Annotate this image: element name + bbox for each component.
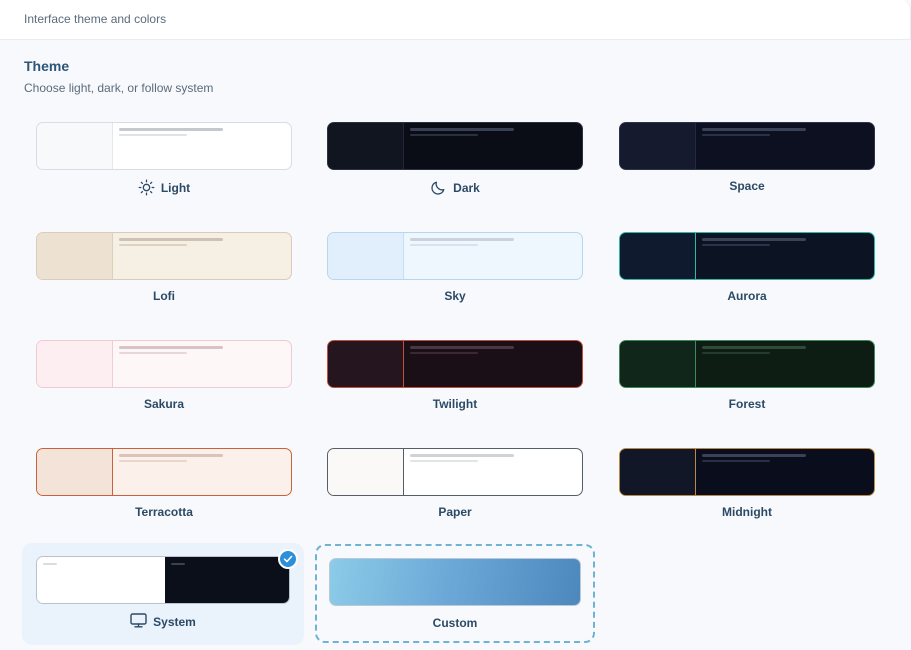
theme-preview-system [36,556,290,604]
preview-sidebar [37,123,113,169]
theme-option-midnight[interactable]: Midnight [619,448,875,536]
preview-line [119,238,223,241]
preview-line [119,128,223,131]
header-title: Interface theme and colors [24,12,167,26]
preview-line [702,244,770,246]
theme-preview-twilight [327,340,583,388]
preview-line [702,134,770,136]
theme-label-twilight: Twilight [432,397,478,411]
monitor-icon [130,613,147,631]
theme-preview-aurora [619,232,875,280]
theme-label-light: Light [160,180,191,195]
theme-preview-space [619,122,875,170]
theme-option-aurora[interactable]: Aurora [619,232,875,320]
theme-option-paper[interactable]: Paper [327,448,583,536]
theme-option-sakura[interactable]: Sakura [36,340,292,428]
moon-icon [430,179,447,196]
preview-content [404,449,582,495]
preview-line [702,128,806,131]
theme-preview-sakura [36,340,292,388]
preview-content [404,341,582,387]
theme-option-custom[interactable]: Custom [315,544,595,643]
preview-content [113,123,291,169]
section-title: Theme [24,58,70,74]
preview-line [702,346,806,349]
preview-line [119,134,187,136]
theme-preview-forest [619,340,875,388]
preview-line [410,346,514,349]
preview-line [410,134,478,136]
preview-sidebar [328,449,404,495]
preview-content [404,233,582,279]
theme-label-system: System [153,615,196,629]
theme-label-sky: Sky [444,289,466,303]
preview-sidebar [37,341,113,387]
preview-sidebar [328,341,404,387]
preview-content [113,449,291,495]
preview-line [119,346,223,349]
theme-option-space[interactable]: Space [619,122,875,210]
theme-label-lofi: Lofi [153,289,175,303]
preview-sidebar [620,233,696,279]
preview-content [696,233,874,279]
theme-label-space: Space [729,179,765,193]
preview-sidebar [328,123,404,169]
preview-line [702,238,806,241]
theme-option-system[interactable]: System [22,543,304,645]
theme-option-terracotta[interactable]: Terracotta [36,448,292,536]
theme-option-twilight[interactable]: Twilight [327,340,583,428]
section-subtitle: Choose light, dark, or follow system [24,81,214,95]
preview-sidebar [620,341,696,387]
selected-check-icon [278,549,298,569]
theme-option-sky[interactable]: Sky [327,232,583,320]
theme-option-lofi[interactable]: Lofi [36,232,292,320]
preview-line [410,352,478,354]
preview-content [113,233,291,279]
preview-content [696,341,874,387]
theme-option-light[interactable]: Light [36,122,292,210]
theme-option-dark[interactable]: Dark [327,122,583,210]
theme-option-forest[interactable]: Forest [619,340,875,428]
preview-sidebar [328,233,404,279]
theme-preview-sky [327,232,583,280]
theme-label-midnight: Midnight [722,505,772,519]
theme-preview-dark [327,122,583,170]
theme-preview-custom [329,558,581,606]
settings-header: Interface theme and colors [0,0,911,40]
preview-content [696,123,874,169]
preview-line [410,454,514,457]
sun-icon [138,179,155,196]
preview-line [702,352,770,354]
preview-line [702,460,770,462]
preview-line [119,460,187,462]
theme-label-paper: Paper [438,505,472,519]
preview-sidebar [620,449,696,495]
preview-line [410,244,478,246]
theme-preview-light [36,122,292,170]
theme-label-dark: Dark [453,180,480,195]
theme-preview-midnight [619,448,875,496]
preview-line [410,128,514,131]
preview-line [119,244,187,246]
theme-label-custom: Custom [432,616,478,630]
preview-line [410,238,514,241]
preview-sidebar [620,123,696,169]
theme-preview-paper [327,448,583,496]
preview-line [410,460,478,462]
preview-content [404,123,582,169]
theme-preview-terracotta [36,448,292,496]
theme-label-aurora: Aurora [727,289,767,303]
preview-sidebar [37,449,113,495]
preview-line [119,352,187,354]
theme-label-sakura: Sakura [143,397,185,411]
preview-sidebar [37,233,113,279]
preview-line [702,454,806,457]
preview-content [696,449,874,495]
preview-line [119,454,223,457]
theme-label-forest: Forest [728,397,766,411]
theme-preview-lofi [36,232,292,280]
preview-content [113,341,291,387]
theme-label-terracotta: Terracotta [135,505,193,519]
